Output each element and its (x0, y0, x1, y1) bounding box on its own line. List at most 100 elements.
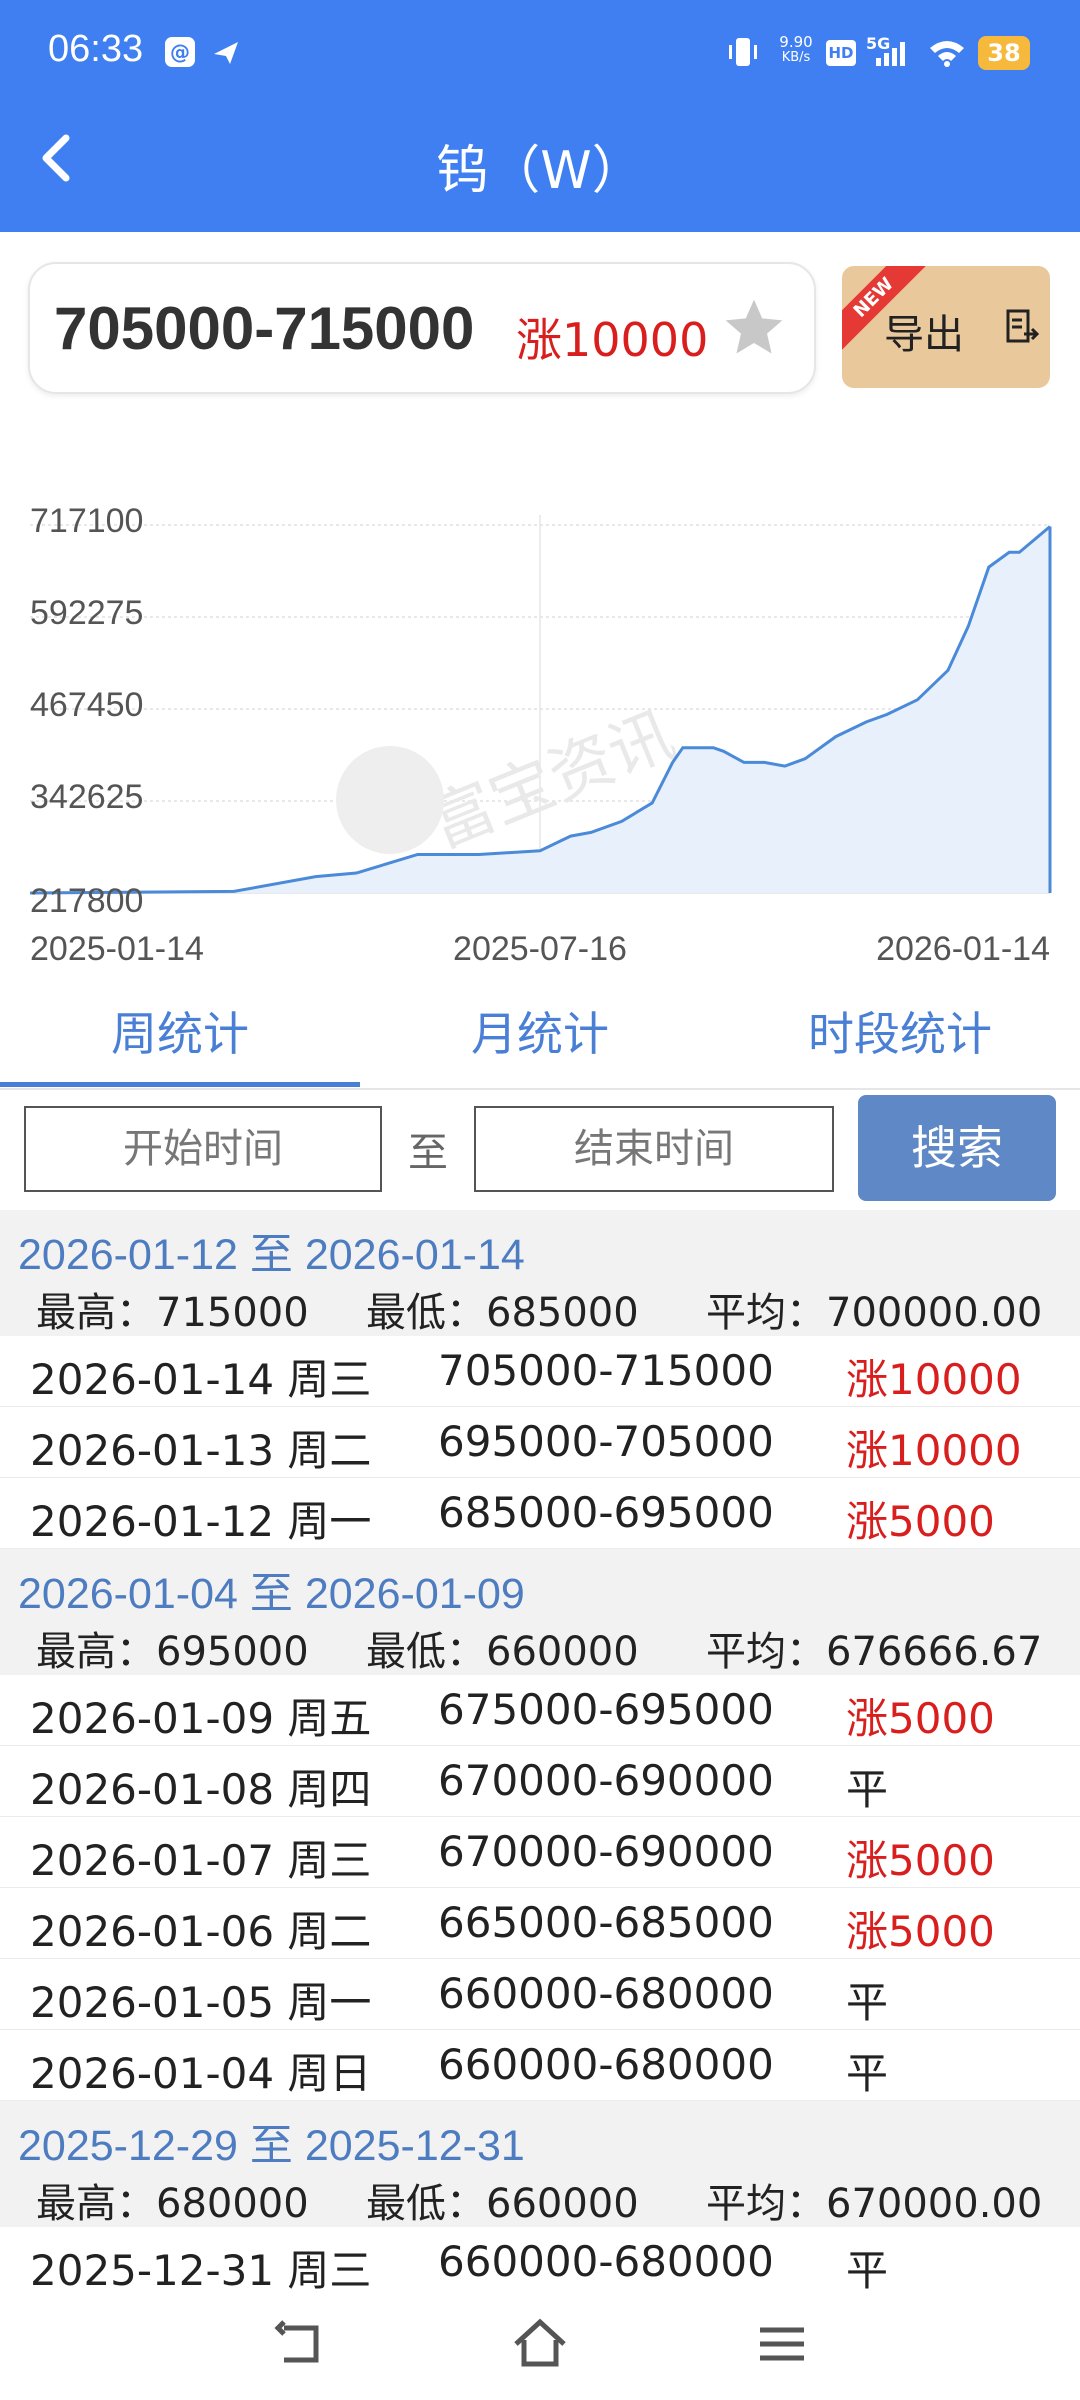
to-label: 至 (408, 1130, 448, 1176)
week-range: 2025-12-29 至 2025-12-31 (18, 2122, 525, 2170)
y-tick-label: 467450 (30, 686, 143, 724)
week-group-header: 2026-01-12 至 2026-01-14 最高：715000 最低：68500… (0, 1210, 1080, 1336)
row-date: 2026-01-04 周日 (30, 2049, 372, 2098)
row-price-range: 695000-705000 (438, 1417, 774, 1466)
app-header: 06:33 @ 9.90 KB/s HD 5G 38 钨（W） (0, 0, 1080, 232)
tab-weekly[interactable]: 周统计 (0, 998, 360, 1064)
week-average: 平均：676666.67 (706, 1629, 1043, 1675)
hd-badge: HD (826, 40, 856, 66)
page-title: 钨（W） (436, 141, 644, 201)
current-price-change: 涨10000 (516, 313, 709, 367)
price-row: 2026-01-07 周三 670000-690000 涨5000 (0, 1817, 1080, 1888)
week-group-header: 2025-12-29 至 2025-12-31 最高：680000 最低：66000… (0, 2101, 1080, 2227)
tab-period[interactable]: 时段统计 (720, 998, 1080, 1064)
home-nav-icon[interactable] (510, 2314, 570, 2374)
row-change: 平 (846, 2246, 889, 2295)
export-button[interactable]: NEW 导出 (842, 266, 1050, 388)
signal-icon (876, 42, 905, 66)
weekly-stats-list: 2026-01-12 至 2026-01-14 最高：715000 最低：68500… (0, 1210, 1080, 2298)
price-card: 705000-715000 涨10000 (28, 262, 816, 394)
svg-text:@: @ (170, 40, 190, 64)
tab-active-indicator (0, 1082, 360, 1087)
row-change: 涨10000 (846, 1426, 1022, 1475)
current-price-range: 705000-715000 (54, 295, 475, 362)
vibrate-icon (729, 38, 757, 66)
y-tick-label: 217800 (30, 882, 143, 920)
price-row: 2026-01-09 周五 675000-695000 涨5000 (0, 1675, 1080, 1746)
price-row: 2026-01-05 周一 660000-680000 平 (0, 1959, 1080, 2030)
week-average: 平均：670000.00 (706, 2181, 1043, 2227)
price-row: 2026-01-04 周日 660000-680000 平 (0, 2030, 1080, 2101)
status-time: 06:33 (48, 28, 144, 70)
send-icon (214, 42, 238, 64)
wifi-icon (930, 41, 964, 67)
row-change: 平 (846, 1765, 889, 1814)
row-price-range: 675000-695000 (438, 1685, 774, 1734)
row-change: 涨5000 (846, 1836, 995, 1885)
start-date-input[interactable] (24, 1106, 382, 1192)
battery-level: 38 (987, 39, 1021, 67)
end-date-input[interactable] (474, 1106, 834, 1192)
row-date: 2026-01-09 周五 (30, 1694, 372, 1743)
row-change: 平 (846, 2049, 889, 2098)
menu-nav-icon[interactable] (752, 2314, 812, 2374)
x-tick-label: 2025-01-14 (30, 930, 204, 968)
price-row: 2025-12-31 周三 660000-680000 平 (0, 2227, 1080, 2298)
x-tick-label: 2026-01-14 (876, 930, 1050, 968)
row-change: 平 (846, 1978, 889, 2027)
watermark-logo (336, 746, 444, 854)
search-button[interactable]: 搜索 (858, 1095, 1056, 1201)
row-change: 涨10000 (846, 1355, 1022, 1404)
row-date: 2026-01-05 周一 (30, 1978, 372, 2027)
net-speed-unit: KB/s (781, 50, 811, 65)
row-date: 2026-01-07 周三 (30, 1836, 372, 1885)
week-group-header: 2026-01-04 至 2026-01-09 最高：695000 最低：66000… (0, 1549, 1080, 1675)
row-change: 涨5000 (846, 1907, 995, 1956)
week-range: 2026-01-04 至 2026-01-09 (18, 1570, 525, 1618)
tab-monthly[interactable]: 月统计 (360, 998, 720, 1064)
week-average: 平均：700000.00 (706, 1290, 1043, 1336)
week-high: 最高：680000 (36, 2181, 309, 2227)
row-price-range: 670000-690000 (438, 1827, 774, 1876)
y-tick-label: 342625 (30, 778, 143, 816)
price-row: 2026-01-12 周一 685000-695000 涨5000 (0, 1478, 1080, 1549)
row-date: 2026-01-06 周二 (30, 1907, 372, 1956)
row-price-range: 665000-685000 (438, 1898, 774, 1947)
row-date: 2026-01-14 周三 (30, 1355, 372, 1404)
status-bar: 06:33 @ 9.90 KB/s HD 5G 38 (0, 0, 1080, 110)
price-row: 2026-01-14 周三 705000-715000 涨10000 (0, 1336, 1080, 1407)
row-price-range: 685000-695000 (438, 1488, 774, 1537)
y-tick-label: 592275 (30, 594, 143, 632)
net-speed-value: 9.90 (779, 33, 813, 51)
battery-indicator: 38 (978, 36, 1030, 70)
week-low: 最低：660000 (366, 1629, 639, 1675)
stats-tabs: 周统计 月统计 时段统计 (0, 990, 1080, 1090)
row-price-range: 705000-715000 (438, 1346, 774, 1395)
price-row: 2026-01-13 周二 695000-705000 涨10000 (0, 1407, 1080, 1478)
net-speed: 9.90 KB/s (772, 34, 820, 66)
week-low: 最低：660000 (366, 2181, 639, 2227)
row-date: 2026-01-08 周四 (30, 1765, 372, 1814)
back-nav-icon[interactable] (270, 2314, 330, 2374)
week-high: 最高：695000 (36, 1629, 309, 1675)
row-price-range: 660000-680000 (438, 2237, 774, 2286)
favorite-star-icon[interactable] (720, 294, 788, 362)
system-nav-bar (0, 2290, 1080, 2400)
x-tick-label: 2025-07-16 (453, 930, 627, 968)
week-range: 2026-01-12 至 2026-01-14 (18, 1231, 525, 1279)
export-label: 导出 (884, 312, 964, 358)
row-change: 涨5000 (846, 1497, 995, 1546)
export-icon (1006, 309, 1040, 343)
row-price-range: 660000-680000 (438, 2040, 774, 2089)
at-icon: @ (165, 37, 195, 67)
price-row: 2026-01-08 周四 670000-690000 平 (0, 1746, 1080, 1817)
week-low: 最低：685000 (366, 1290, 639, 1336)
row-price-range: 670000-690000 (438, 1756, 774, 1805)
row-date: 2026-01-13 周二 (30, 1426, 372, 1475)
row-date: 2026-01-12 周一 (30, 1497, 372, 1546)
y-tick-label: 717100 (30, 502, 143, 540)
week-high: 最高：715000 (36, 1290, 309, 1336)
row-change: 涨5000 (846, 1694, 995, 1743)
price-trend-chart: 富宝资讯7171005922754674503426252178002025-0… (29, 502, 1052, 968)
row-price-range: 660000-680000 (438, 1969, 774, 2018)
